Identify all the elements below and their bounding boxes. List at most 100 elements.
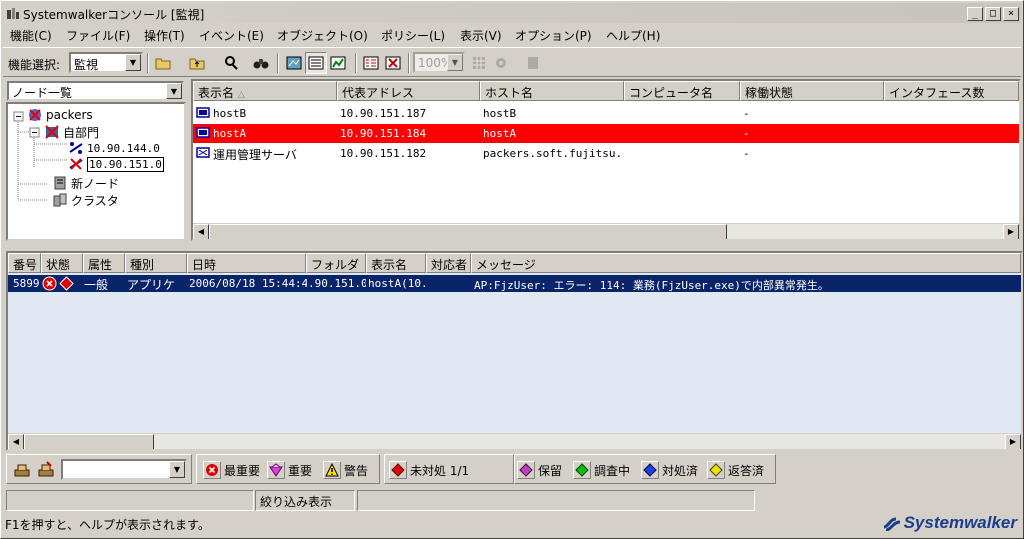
tree-item-label: packers [46,108,93,122]
column-header-datetime[interactable]: 日時 [187,253,306,273]
column-header-status[interactable]: 稼働状態 [740,81,884,101]
map-view-button[interactable] [283,52,305,74]
menu-operation[interactable]: 操作(T) [144,27,185,44]
tree-item-own-dept[interactable]: 自部門 [44,124,99,140]
detail-button[interactable] [360,52,382,74]
properties-icon [528,57,538,69]
menu-help[interactable]: ヘルプ(H) [606,27,660,44]
filter-apply-button[interactable] [11,458,33,480]
legend-handled[interactable]: 対処済 [641,461,698,479]
settings-button[interactable] [490,52,512,74]
severity-group: 最重要 重要 警告 [196,454,380,484]
chart-view-button[interactable] [327,52,349,74]
filter-group: ▼ [6,454,192,484]
function-select-value: 監視 [74,58,99,72]
chevron-down-icon: ▼ [125,54,141,71]
subnet-error-icon [69,158,83,170]
legend-hold[interactable]: 保留 [517,461,562,479]
node-row[interactable]: hostB 10.90.151.187 hostB - [193,104,1019,123]
message-list-scrollbar[interactable]: ◀ ▶ [8,433,1021,449]
filter-select[interactable]: ▼ [61,459,187,480]
scroll-right-button[interactable]: ▶ [1003,224,1019,239]
tree-item-subnet-151[interactable]: 10.90.151.0 [68,156,164,172]
department-error-icon [45,125,59,139]
legend-label: 返答済 [728,463,765,478]
cell-status: - [743,147,750,160]
column-header-attribute[interactable]: 属性 [83,253,125,273]
search-node-button[interactable] [220,52,242,74]
menu-event[interactable]: イベント(E) [199,27,264,44]
cell-host: hostB [483,107,517,120]
message-row[interactable]: 5899 一般 アプリケ 2006/08/18 15:44:45 .90.151… [8,275,1021,292]
menu-function[interactable]: 機能(C) [10,27,52,44]
column-header-type[interactable]: 種別 [125,253,187,273]
column-header-display-name[interactable]: 表示名 △ [193,81,337,101]
column-header-interfaces[interactable]: インタフェース数 [884,81,1019,101]
column-header-state[interactable]: 状態 [41,253,83,273]
cell-address: 10.90.151.184 [340,127,427,140]
column-header-address[interactable]: 代表アドレス [337,81,480,101]
node-row-selected[interactable]: hostA 10.90.151.184 hostA - [193,124,1019,143]
column-header-number[interactable]: 番号 [8,253,41,273]
toolbar-separator [408,53,410,73]
console-window: Systemwalkerコンソール [監視] _ □ × 機能(C) ファイル(… [0,0,1024,539]
legend-critical[interactable]: 最重要 [203,461,260,479]
legend-replied[interactable]: 返答済 [707,461,764,479]
column-header-message[interactable]: メッセージ [471,253,1021,273]
column-header-host[interactable]: ホスト名 [480,81,624,101]
menu-bar: 機能(C) ファイル(F) 操作(T) イベント(E) オブジェクト(O) ポリ… [3,24,1021,44]
scroll-right-button[interactable]: ▶ [1005,434,1021,449]
menu-file[interactable]: ファイル(F) [66,27,130,44]
scroll-left-button[interactable]: ◀ [8,434,24,449]
node-row[interactable]: 運用管理サーバ 10.90.151.182 packers.soft.fujit… [193,144,1019,163]
legend-warning[interactable]: 警告 [323,461,368,479]
scroll-thumb[interactable] [24,434,154,449]
legend-label: 最重要 [224,463,261,478]
network-error-icon [29,109,41,121]
up-folder-button[interactable] [186,52,208,74]
legend-bar: ▼ 最重要 重要 警告 未対処 1/1 保留 調査中 対処済 返答済 [6,454,1023,486]
column-header-folder[interactable]: フォルダ [306,253,366,273]
tree-item-cluster[interactable]: クラスタ [52,192,119,208]
toolbar: 機能選択: 監視 ▼ 100% ▼ [3,47,1021,77]
function-select[interactable]: 監視 ▼ [69,52,143,73]
unhandled-icon [59,276,74,291]
chevron-down-icon: ▼ [447,54,463,71]
cluster-icon [53,193,67,207]
host-icon [196,107,210,118]
open-folder-button[interactable] [152,52,174,74]
toolbar-separator [277,53,279,73]
menu-policy[interactable]: ポリシー(L) [381,27,445,44]
grid-button[interactable] [468,52,490,74]
server-icon [196,147,210,158]
delete-list-button[interactable] [382,52,404,74]
node-list-dropdown[interactable]: ノード一覧 ▼ [7,81,184,101]
column-header-display-name[interactable]: 表示名 [366,253,426,273]
list-view-button[interactable] [305,52,327,74]
new-node-icon [54,176,66,190]
legend-important[interactable]: 重要 [267,461,312,479]
properties-button[interactable] [522,52,544,74]
tree-item-subnet-144[interactable]: 10.90.144.0 [68,140,160,156]
menu-object[interactable]: オブジェクト(O) [277,27,368,44]
scroll-thumb[interactable] [209,224,727,239]
legend-unhandled[interactable]: 未対処 1/1 [389,461,469,479]
find-button[interactable] [250,52,272,74]
tree-item-new-node[interactable]: 新ノード [52,175,119,191]
column-header-responder[interactable]: 対応者 [426,253,471,273]
filter-edit-button[interactable] [35,458,57,480]
node-list-scrollbar[interactable]: ◀ ▶ [193,223,1019,239]
maximize-button[interactable]: □ [985,7,1001,21]
tree-item-packers[interactable]: packers [27,107,93,123]
minimize-button[interactable]: _ [967,7,983,21]
cell-attribute: 一般 [84,278,109,292]
status-pane-filter: 絞り込み表示 [255,490,355,511]
column-header-computer[interactable]: コンピュータ名 [624,81,740,101]
legend-investigating[interactable]: 調査中 [573,461,630,479]
function-select-label: 機能選択: [8,58,61,72]
menu-option[interactable]: オプション(P) [515,27,592,44]
zoom-select[interactable]: 100% ▼ [413,52,465,73]
menu-view[interactable]: 表示(V) [460,27,502,44]
close-button[interactable]: × [1003,7,1019,21]
scroll-left-button[interactable]: ◀ [193,224,209,239]
